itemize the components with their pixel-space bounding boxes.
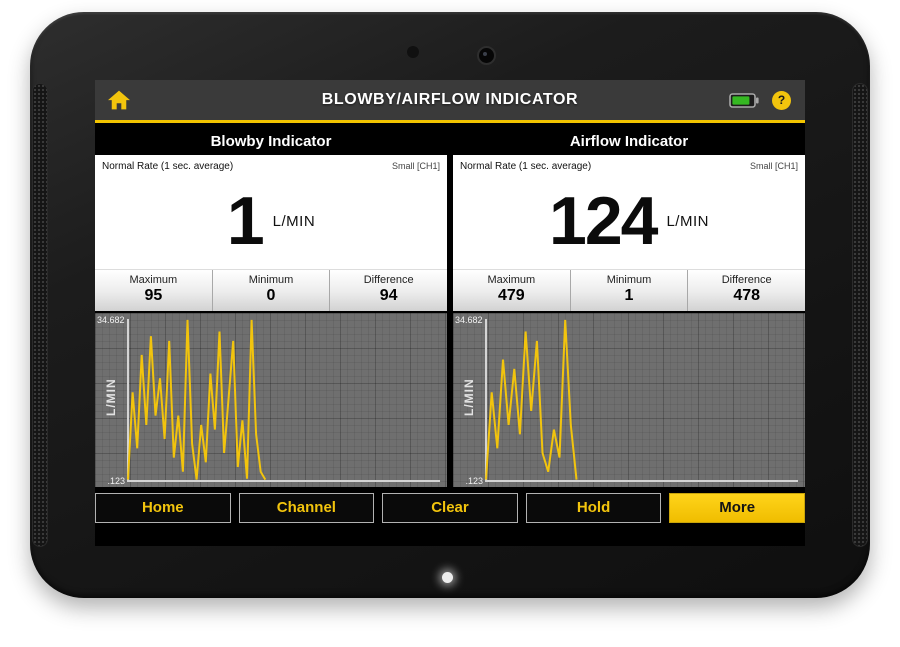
right-speaker-grille xyxy=(852,83,868,547)
airflow-readout-card: Normal Rate (1 sec. average) Small [CH1]… xyxy=(453,155,805,311)
left-speaker-grille xyxy=(32,83,48,547)
clear-button[interactable]: Clear xyxy=(382,493,518,523)
chart-trace xyxy=(486,320,577,480)
blowby-stat-maximum: Maximum 95 xyxy=(95,270,212,311)
y-axis-label: L/MIN xyxy=(462,313,476,481)
tablet-device: BLOWBY/AIRFLOW INDICATOR ? xyxy=(30,12,870,598)
blowby-stat-minimum: Minimum 0 xyxy=(212,270,330,311)
airflow-panel: Airflow Indicator Normal Rate (1 sec. av… xyxy=(453,130,805,487)
screen: BLOWBY/AIRFLOW INDICATOR ? xyxy=(95,80,805,546)
app-header-bar: BLOWBY/AIRFLOW INDICATOR ? xyxy=(95,80,805,120)
airflow-unit: L/MIN xyxy=(666,213,709,230)
blowby-stats-row: Maximum 95 Minimum 0 Difference 94 xyxy=(95,269,447,311)
blowby-value: 1 xyxy=(227,187,263,255)
y-axis-label: L/MIN xyxy=(104,313,118,481)
blowby-panel: Blowby Indicator Normal Rate (1 sec. ave… xyxy=(95,130,447,487)
microphone-dot xyxy=(407,46,419,58)
airflow-stats-row: Maximum 479 Minimum 1 Difference 478 xyxy=(453,269,805,311)
airflow-stat-difference: Difference 478 xyxy=(687,270,805,311)
page-title: BLOWBY/AIRFLOW INDICATOR xyxy=(95,91,805,109)
blowby-readout-card: Normal Rate (1 sec. average) Small [CH1]… xyxy=(95,155,447,311)
airflow-chart: 34.682 .123 L/MIN xyxy=(453,313,805,487)
airflow-panel-title: Airflow Indicator xyxy=(453,130,805,153)
more-button[interactable]: More xyxy=(669,493,805,523)
airflow-value: 124 xyxy=(549,187,656,255)
hold-button[interactable]: Hold xyxy=(526,493,662,523)
battery-icon xyxy=(729,93,759,108)
header-accent-line xyxy=(95,120,805,123)
home-icon[interactable] xyxy=(108,89,130,111)
help-icon[interactable]: ? xyxy=(772,91,791,110)
blowby-panel-title: Blowby Indicator xyxy=(95,130,447,153)
chart-trace xyxy=(128,320,265,480)
channel-button[interactable]: Channel xyxy=(239,493,375,523)
footer-button-bar: Home Channel Clear Hold More xyxy=(95,493,805,523)
blowby-unit: L/MIN xyxy=(273,213,316,230)
airflow-stat-maximum: Maximum 479 xyxy=(453,270,570,311)
home-button[interactable]: Home xyxy=(95,493,231,523)
header-right-icons: ? xyxy=(729,80,791,120)
airflow-stat-minimum: Minimum 1 xyxy=(570,270,688,311)
blowby-chart: 34.682 .123 L/MIN xyxy=(95,313,447,487)
home-indicator-dot xyxy=(442,572,453,583)
blowby-stat-difference: Difference 94 xyxy=(329,270,447,311)
front-camera xyxy=(477,46,496,65)
page: BLOWBY/AIRFLOW INDICATOR ? xyxy=(0,0,900,647)
